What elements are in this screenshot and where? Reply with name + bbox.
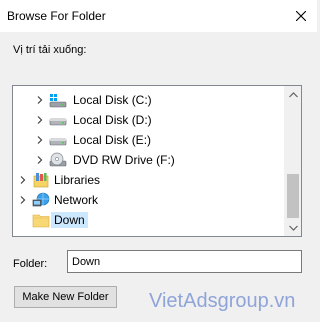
chevron-right-icon[interactable] <box>18 170 28 190</box>
tree-item-label: DVD RW Drive (F:) <box>73 153 175 167</box>
folder-icon <box>32 211 50 229</box>
tree-item-label: Local Disk (E:) <box>73 133 152 147</box>
tree-scrollbar[interactable] <box>284 86 301 236</box>
watermark-text: VietAdsgroup.vn <box>149 290 296 312</box>
chevron-right-icon[interactable] <box>35 90 45 110</box>
tree-item-label: Libraries <box>54 173 101 187</box>
chevron-up-icon <box>289 91 298 97</box>
chevron-right-icon[interactable] <box>35 110 45 130</box>
libraries-icon <box>32 171 50 189</box>
hard-drive-icon <box>49 131 67 149</box>
make-new-folder-button[interactable]: Make New Folder <box>14 286 117 308</box>
chevron-right-icon[interactable] <box>18 190 28 210</box>
close-icon <box>296 11 306 21</box>
windows-drive-icon <box>49 91 67 109</box>
chevron-right-icon[interactable] <box>35 130 45 150</box>
scroll-down-button[interactable] <box>285 219 301 236</box>
scrollbar-thumb[interactable] <box>287 174 299 218</box>
tree-item-label: Down <box>51 212 88 228</box>
chevron-right-icon[interactable] <box>35 150 45 170</box>
network-icon <box>32 191 50 209</box>
folder-name-input[interactable] <box>67 250 302 273</box>
folder-field-label: Folder: <box>13 258 48 270</box>
folder-tree[interactable]: Local Disk (C:) Local Disk (D:) Local Di… <box>12 85 302 237</box>
tree-item-label: Network <box>54 193 99 207</box>
chevron-down-icon <box>289 225 298 231</box>
tree-item-label: Local Disk (D:) <box>73 113 152 127</box>
scroll-up-button[interactable] <box>285 86 301 103</box>
dialog-title: Browse For Folder <box>7 9 106 23</box>
instruction-text: Vị trí tải xuống: <box>13 44 87 56</box>
hard-drive-icon <box>49 111 67 129</box>
dvd-drive-icon <box>49 151 67 169</box>
title-bar: Browse For Folder <box>0 0 317 32</box>
tree-item-label: Local Disk (C:) <box>73 93 152 107</box>
close-button[interactable] <box>285 0 317 32</box>
make-new-folder-label: Make New Folder <box>22 291 109 303</box>
